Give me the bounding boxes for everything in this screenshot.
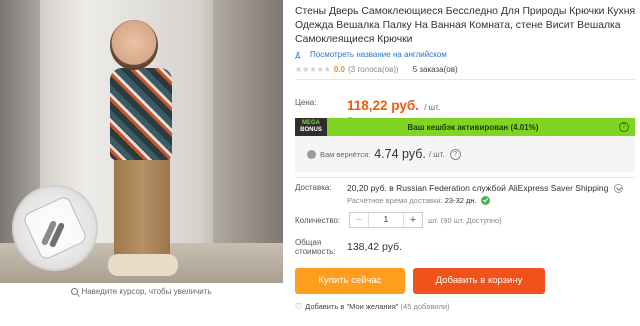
- magnifier-icon: [71, 288, 79, 295]
- total-row: Общая стоимость: 138,42 руб.: [295, 238, 402, 256]
- check-icon: [480, 196, 490, 205]
- wall: [213, 0, 283, 283]
- orders-count: 5 заказа(ов): [412, 65, 458, 74]
- child-head: [110, 20, 158, 70]
- quantity-label: Количество:: [295, 215, 341, 225]
- child-feet: [108, 254, 178, 276]
- action-buttons: Купить сейчас Добавить в корзину: [295, 268, 545, 294]
- quantity-plus-button[interactable]: +: [404, 213, 422, 227]
- child-legs: [114, 150, 170, 260]
- zoom-hint: Наведите курсор, чтобы увеличить: [0, 287, 283, 296]
- total-value: 138,42 руб.: [347, 241, 403, 253]
- rating-votes[interactable]: (3 голоса(ов)): [348, 65, 399, 74]
- product-image[interactable]: [0, 0, 283, 283]
- heart-icon: ♡: [295, 302, 303, 311]
- mega-badge-top: MEGA: [302, 120, 320, 126]
- total-label-line1: Общая: [295, 238, 322, 247]
- quantity-available: шт. (90 шт. Доступно): [428, 215, 502, 225]
- add-to-cart-button[interactable]: Добавить в корзину: [413, 268, 545, 294]
- mega-badge-bottom: BONUS: [300, 127, 322, 133]
- rating-score: 0.0: [333, 65, 345, 74]
- quantity-minus-button[interactable]: −: [350, 213, 368, 227]
- wishlist-link[interactable]: ♡ Добавить в "Мои желания" (45 добавили): [295, 302, 450, 311]
- help-icon[interactable]: ?: [619, 122, 629, 132]
- divider: [295, 177, 635, 178]
- buy-now-button[interactable]: Купить сейчас: [295, 268, 405, 294]
- product-title: Стены Дверь Самоклеющиеся Бесследно Для …: [295, 6, 636, 45]
- rating-row: ★★★★★ 0.0 (3 голоса(ов)) 5 заказа(ов): [295, 65, 640, 74]
- product-gallery: Наведите курсор, чтобы увеличить: [0, 0, 283, 326]
- shipping-label: Доставка:: [295, 183, 332, 192]
- quantity-stepper: − 1 +: [349, 212, 423, 228]
- zoom-hint-text: Наведите курсор, чтобы увеличить: [81, 287, 212, 296]
- divider: [295, 79, 635, 80]
- quantity-input[interactable]: 1: [368, 213, 404, 227]
- delivery-time-value: 23-32 дн.: [444, 196, 477, 205]
- mega-bonus-badge: MEGA BONUS: [295, 118, 327, 136]
- shipping-row: Доставка: 20,20 руб. в Russian Federatio…: [295, 183, 640, 205]
- translate-link-text: Посмотреть название на английском: [310, 50, 447, 59]
- return-label: Вам вернётся:: [320, 149, 371, 159]
- star-rating-icon: ★★★★★: [295, 65, 331, 74]
- shipping-amount: 20,20 руб.: [347, 183, 387, 193]
- price-value: 118,22 руб.: [347, 98, 419, 113]
- total-label-line2: стоимость:: [295, 247, 336, 256]
- price-unit: / шт.: [424, 103, 441, 112]
- product-info: Стены Дверь Самоклеющиеся Бесследно Для …: [295, 0, 640, 74]
- return-box: Вам вернётся: 4.74 руб. / шт. ?: [295, 136, 635, 172]
- quantity-row: Количество: − 1 + шт. (90 шт. Доступно): [295, 212, 502, 228]
- return-amount: 4.74 руб.: [374, 147, 426, 161]
- delivery-time-label: Расчётное время доставки:: [347, 196, 443, 205]
- return-unit: / шт.: [428, 149, 445, 159]
- cashback-text: Ваш кешбэк активирован (4.01%): [407, 122, 539, 132]
- total-label: Общая стоимость:: [295, 238, 347, 256]
- translate-link[interactable]: A⃗ Посмотреть название на английском: [295, 50, 640, 61]
- help-icon[interactable]: ?: [449, 148, 461, 160]
- wishlist-count: (45 добавили): [400, 302, 450, 311]
- shipping-carrier: в Russian Federation службой AliExpress …: [389, 183, 609, 193]
- wishlist-text: Добавить в "Мои желания": [305, 302, 399, 311]
- cashback-bar: MEGA BONUS Ваш кешбэк активирован (4.01%…: [295, 118, 635, 136]
- coin-icon: [307, 149, 316, 159]
- child-body: [110, 68, 172, 160]
- shipping-dropdown-icon[interactable]: [613, 184, 623, 193]
- translate-icon: A⃗: [295, 52, 301, 61]
